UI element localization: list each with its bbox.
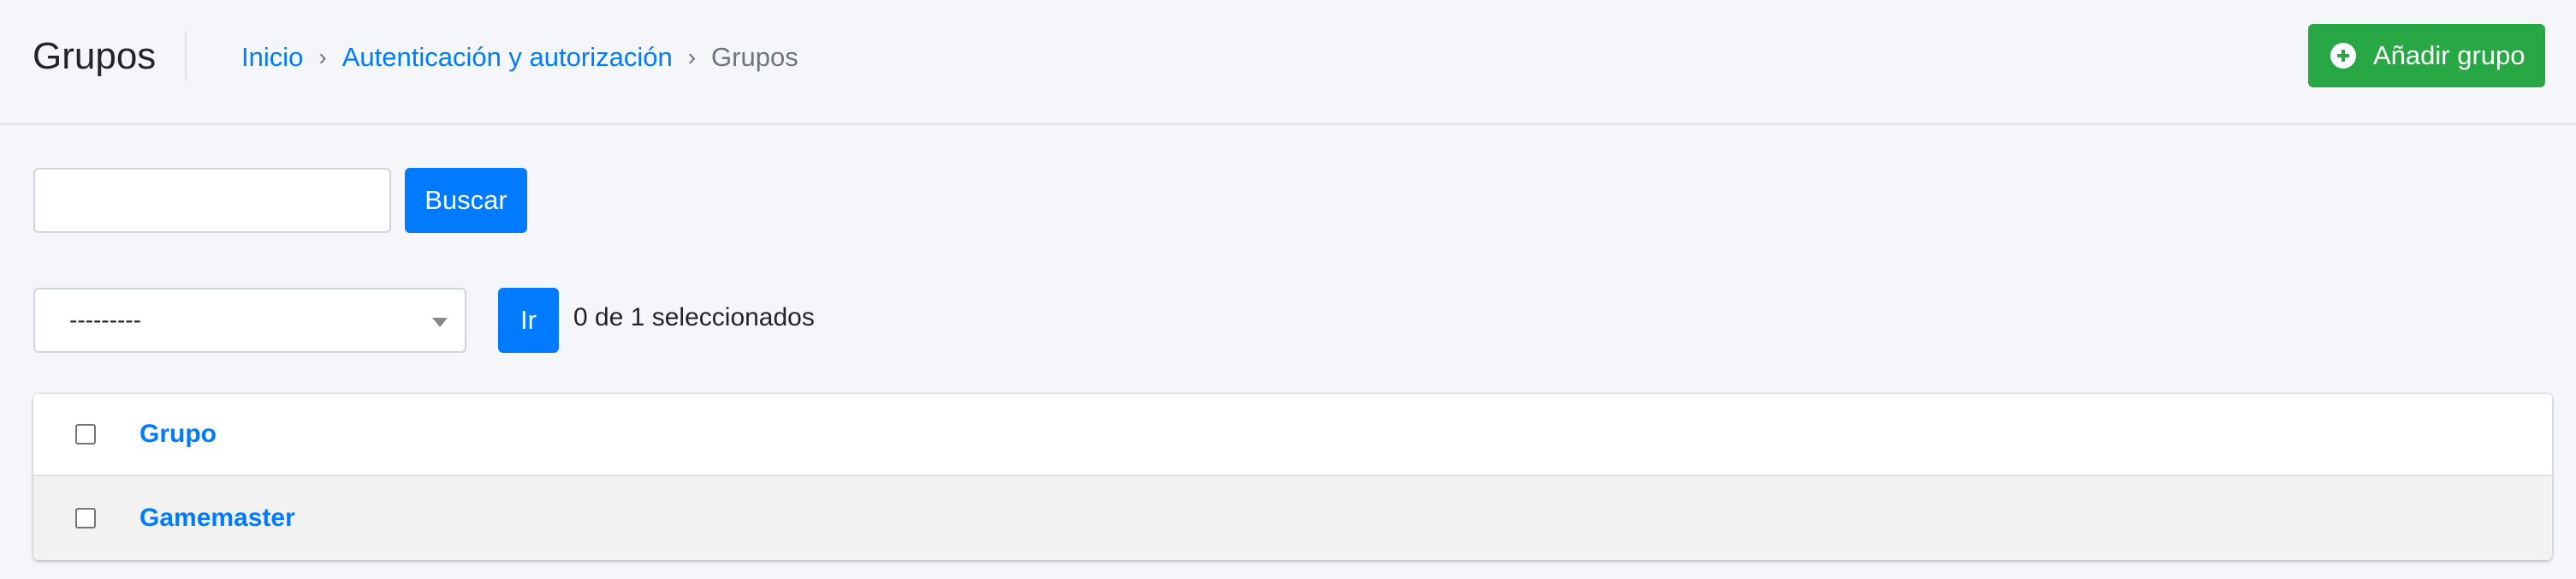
go-button[interactable]: Ir: [498, 288, 559, 353]
select-all-checkbox[interactable]: [75, 424, 96, 445]
search-button[interactable]: Buscar: [405, 168, 527, 233]
breadcrumb: Inicio › Autenticación y autorización › …: [241, 38, 798, 77]
row-checkbox[interactable]: [75, 508, 96, 528]
plus-circle-icon: [2330, 43, 2356, 69]
content-header: Grupos Inicio › Autenticación y autoriza…: [0, 0, 2576, 125]
action-select-value: ---------: [69, 307, 141, 333]
selection-counter: 0 de 1 seleccionados: [573, 303, 815, 331]
breadcrumb-separator: ›: [318, 44, 327, 70]
breadcrumb-home-link[interactable]: Inicio: [241, 42, 303, 73]
add-group-button[interactable]: Añadir grupo: [2308, 24, 2545, 87]
search-input[interactable]: [33, 168, 391, 233]
chevron-down-icon: [432, 318, 448, 327]
add-group-label: Añadir grupo: [2373, 40, 2526, 70]
page-title: Grupos: [33, 35, 157, 77]
header-divider: [185, 31, 187, 81]
action-select[interactable]: ---------: [33, 288, 466, 353]
column-header-grupo[interactable]: Grupo: [139, 420, 217, 449]
table-header-row: Grupo: [33, 394, 2552, 476]
breadcrumb-section-link[interactable]: Autenticación y autorización: [342, 42, 673, 73]
group-name-link[interactable]: Gamemaster: [139, 504, 295, 533]
table-row: Gamemaster: [33, 476, 2552, 560]
breadcrumb-current: Grupos: [711, 42, 798, 72]
breadcrumb-separator: ›: [687, 44, 697, 70]
result-table: Grupo Gamemaster: [33, 394, 2552, 560]
